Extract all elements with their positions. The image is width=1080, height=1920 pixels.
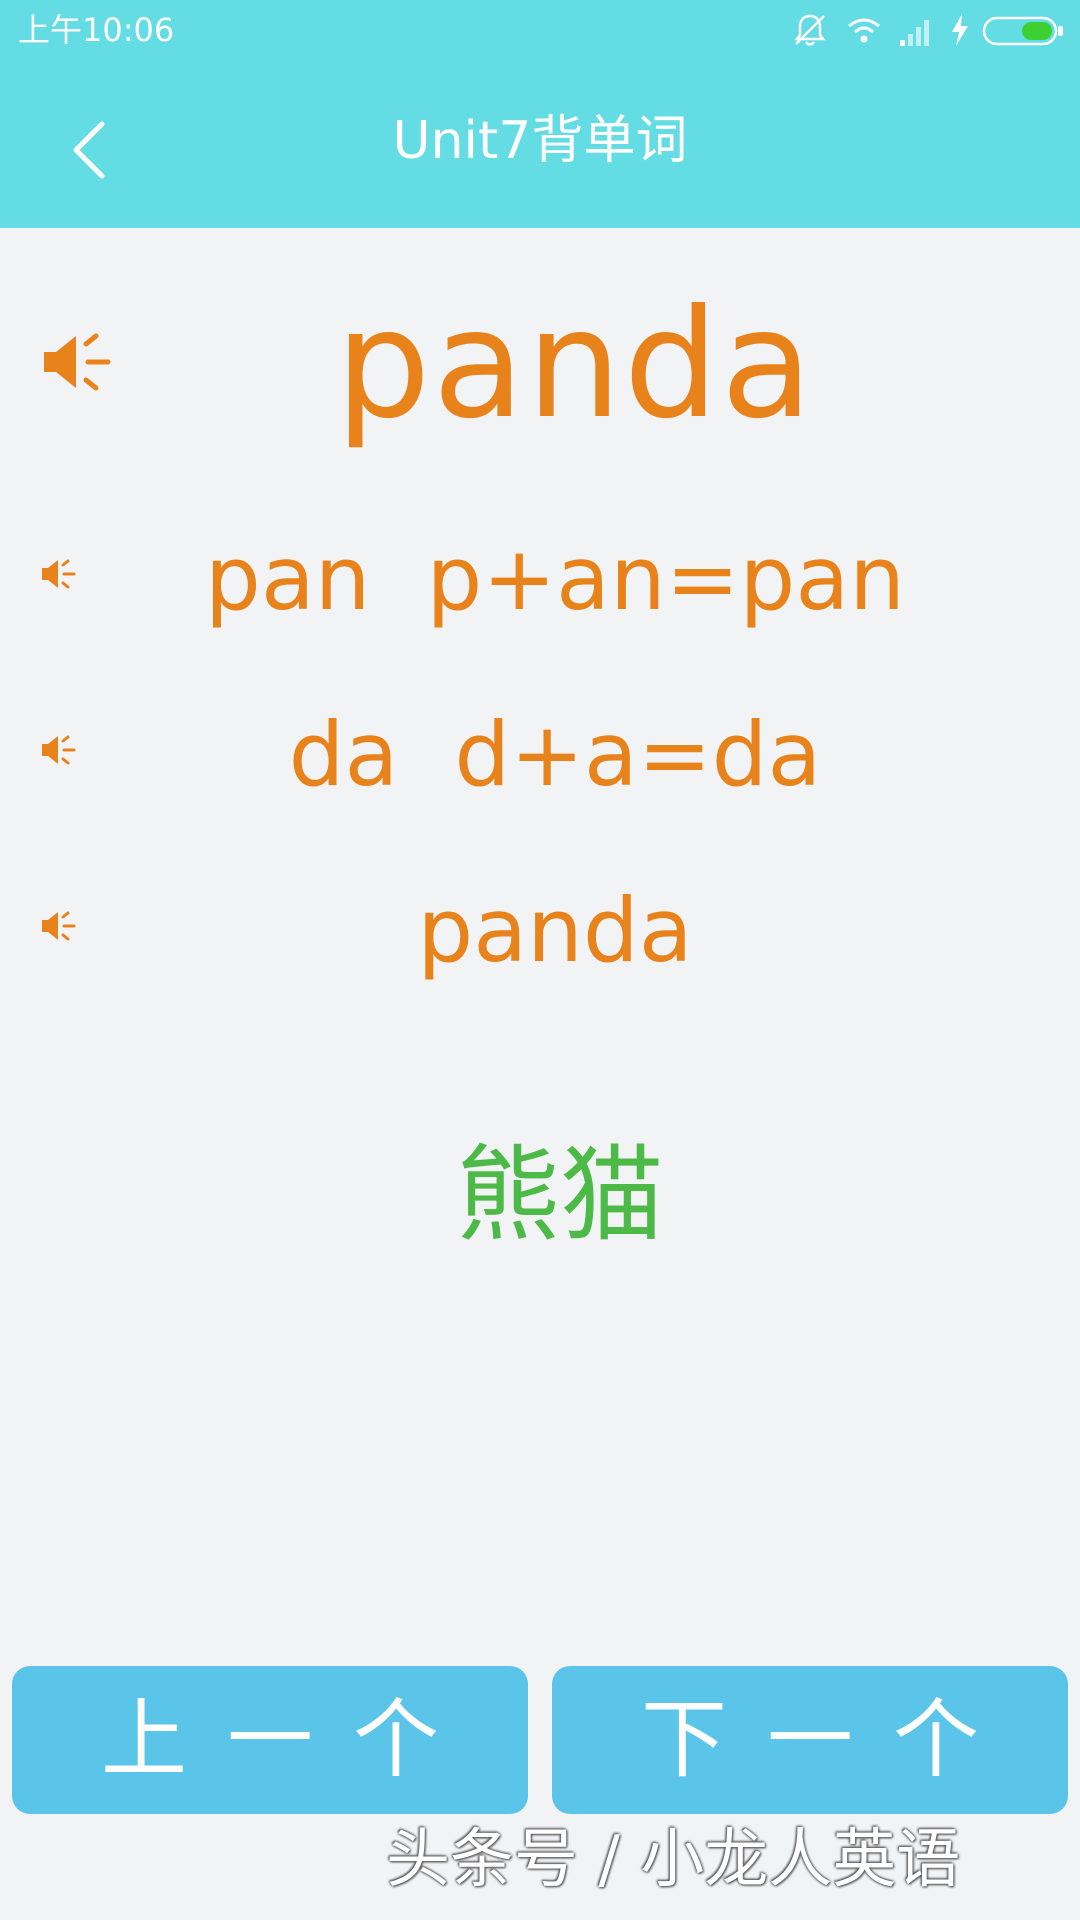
- main-word: panda: [335, 278, 815, 452]
- syllable-row: da d+a=da: [0, 700, 1080, 810]
- main-word-row: panda: [0, 280, 1080, 450]
- syllable-row: panda: [0, 876, 1080, 986]
- watermark: 头条号 / 小龙人英语: [386, 1823, 961, 1897]
- header: Unit7背单词: [0, 62, 1080, 228]
- wifi-icon: [848, 18, 880, 43]
- syllable-text: panda: [417, 879, 693, 982]
- charging-icon: [952, 14, 968, 46]
- syllable-text: pan p+an=pan: [204, 527, 906, 630]
- next-button[interactable]: 下一个: [552, 1666, 1068, 1814]
- status-bar: 上午10:06: [0, 0, 1080, 62]
- syllable-text: da d+a=da: [288, 703, 822, 806]
- word-meaning: 熊猫: [455, 1134, 664, 1256]
- signal-icon: [900, 20, 929, 46]
- battery-icon: [982, 16, 1063, 46]
- syllable-row: pan p+an=pan: [0, 524, 1080, 634]
- page-title: Unit7背单词: [392, 111, 688, 171]
- previous-button[interactable]: 上一个: [12, 1666, 528, 1814]
- status-time: 上午10:06: [18, 11, 175, 49]
- mute-icon: [794, 14, 826, 46]
